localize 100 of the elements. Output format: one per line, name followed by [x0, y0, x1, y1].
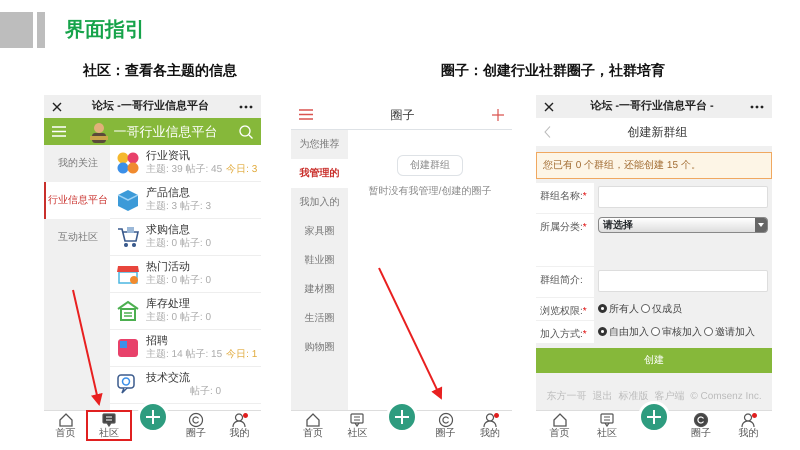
field-label: 群组简介:	[536, 267, 594, 297]
circle-icon	[438, 412, 454, 428]
forum-row[interactable]: 技术交流 帖子: 0	[110, 367, 261, 404]
radio-option[interactable]: 所有人	[598, 302, 639, 316]
forum-name: 行业资讯	[146, 150, 191, 164]
radio-option[interactable]: 邀请加入	[704, 324, 755, 340]
page-title: 论坛 -一哥行业信息平台 -	[590, 98, 714, 114]
chat-icon	[349, 412, 366, 428]
page-title: 论坛 -一哥行业信息平台	[92, 98, 209, 114]
sidebar-item[interactable]: 生活圈	[291, 304, 348, 333]
forum-stats: 主题: 0 帖子: 0	[146, 238, 212, 249]
sidebar-item[interactable]: 购物圈	[291, 333, 348, 362]
section-caption: 社区：查看各主题的信息	[83, 61, 237, 80]
forum-row[interactable]: 产品信息 主题: 3 帖子: 3	[110, 182, 261, 219]
tab[interactable]: 首页	[291, 411, 336, 440]
close-icon[interactable]	[52, 102, 62, 112]
user-icon	[482, 412, 498, 428]
required-mark: *	[582, 306, 587, 317]
tab[interactable]: 社区	[335, 411, 380, 440]
house-icon	[116, 299, 140, 323]
input-field[interactable]	[598, 186, 768, 208]
forum-stats: 主题: 0 帖子: 0	[146, 274, 212, 286]
page-title: 圈子	[390, 106, 414, 124]
tab[interactable]: 我的	[218, 411, 262, 440]
circle-icon	[188, 412, 204, 428]
user-icon	[740, 412, 756, 428]
user-icon	[231, 412, 248, 428]
more-icon[interactable]	[750, 104, 764, 108]
forum-stats: 主题: 39 帖子: 45	[146, 164, 222, 175]
tab[interactable]: 我的	[724, 411, 772, 440]
tab[interactable]: 社区	[87, 411, 131, 440]
today-count: 今日: 1	[226, 348, 258, 360]
forum-stats: 帖子: 0	[190, 386, 222, 397]
sidebar-item[interactable]: 我加入的	[291, 188, 348, 217]
slide-marker	[0, 12, 33, 48]
tab[interactable]: 圈子	[424, 411, 468, 440]
forum-row[interactable]: 求购信息 主题: 0 帖子: 0	[110, 219, 261, 256]
forum-stats: 主题: 0 帖子: 0	[146, 312, 212, 323]
plus-icon	[394, 409, 410, 425]
forum-row[interactable]: 库存处理 主题: 0 帖子: 0	[110, 293, 261, 330]
back-icon[interactable]	[544, 126, 551, 138]
sidebar-item[interactable]: 为您推荐	[291, 130, 348, 159]
mascot-logo	[88, 120, 110, 142]
forum-name: 热门活动	[146, 261, 191, 274]
today-count: 今日: 3	[226, 164, 258, 175]
forum-name: 求购信息	[146, 224, 191, 238]
select-field[interactable]: 请选择	[598, 217, 768, 233]
tab[interactable]: 首页	[44, 411, 88, 440]
forum-row[interactable]: 行业资讯 主题: 39 帖子: 45 今日: 3	[110, 145, 261, 182]
tab[interactable]: 我的	[468, 411, 512, 440]
home-icon	[552, 412, 568, 428]
cart-icon	[116, 225, 140, 249]
tab[interactable]: 社区	[583, 411, 630, 440]
chat-icon	[598, 412, 615, 428]
sidebar-item[interactable]: 家具圈	[291, 217, 348, 246]
tab[interactable]: 圈子	[678, 411, 725, 440]
notice-banner: 您已有 0 个群组，还能创建 15 个。	[536, 152, 772, 179]
field-label: 所属分类:*	[536, 214, 594, 266]
caret-icon	[758, 223, 764, 227]
forum-stats: 主题: 3 帖子: 3	[146, 200, 212, 212]
radio-option[interactable]: 仅成员	[641, 302, 682, 316]
forum-row[interactable]: 热门活动 主题: 0 帖子: 0	[110, 256, 261, 293]
forum-name: 产品信息	[146, 187, 191, 200]
home-icon	[305, 412, 322, 428]
sidebar-item[interactable]: 建材圈	[291, 275, 348, 304]
empty-message: 暂时没有我管理/创建的圈子	[368, 184, 492, 199]
field-label: 加入方式:*	[536, 321, 594, 343]
slide-title: 界面指引	[65, 18, 145, 43]
plus-icon	[646, 409, 662, 425]
more-icon[interactable]	[238, 104, 253, 108]
field-label: 群组名称:*	[536, 183, 594, 213]
petals-icon	[116, 151, 140, 175]
sidebar-item[interactable]: 行业信息平台	[44, 182, 110, 219]
radio-option[interactable]: 审核加入	[651, 324, 702, 340]
forum-name: 技术交流	[146, 372, 190, 386]
badge-icon	[116, 336, 140, 360]
home-icon	[58, 412, 74, 428]
menu-icon[interactable]	[299, 109, 313, 120]
radio-option[interactable]: 自由加入	[598, 324, 649, 340]
create-group-button[interactable]: 创建群组	[397, 155, 463, 176]
slide-marker	[37, 12, 45, 48]
cube-icon	[116, 188, 140, 212]
forum-stats: 主题: 14 帖子: 15	[146, 348, 222, 360]
app-title: 一哥行业信息平台	[114, 122, 218, 141]
sidebar-item[interactable]: 互动社区	[44, 219, 110, 256]
close-icon[interactable]	[544, 102, 554, 112]
section-caption: 圈子：创建行业社群圈子，社群培育	[441, 61, 665, 80]
search-icon[interactable]	[239, 124, 253, 138]
tab[interactable]: 圈子	[174, 411, 218, 440]
required-mark: *	[582, 191, 587, 202]
forum-name: 招聘	[146, 335, 169, 348]
tab[interactable]: 首页	[536, 411, 584, 440]
sidebar-item[interactable]: 我的关注	[44, 145, 110, 182]
field-label: 浏览权限:*	[536, 298, 594, 320]
plus-icon	[144, 409, 161, 425]
plus-icon[interactable]	[492, 108, 504, 120]
sidebar-item[interactable]: 鞋业圈	[291, 246, 348, 275]
required-mark: *	[582, 329, 587, 340]
forum-row[interactable]: 招聘 主题: 14 帖子: 15 今日: 1	[110, 330, 261, 367]
sidebar-item[interactable]: 我管理的	[291, 159, 348, 188]
